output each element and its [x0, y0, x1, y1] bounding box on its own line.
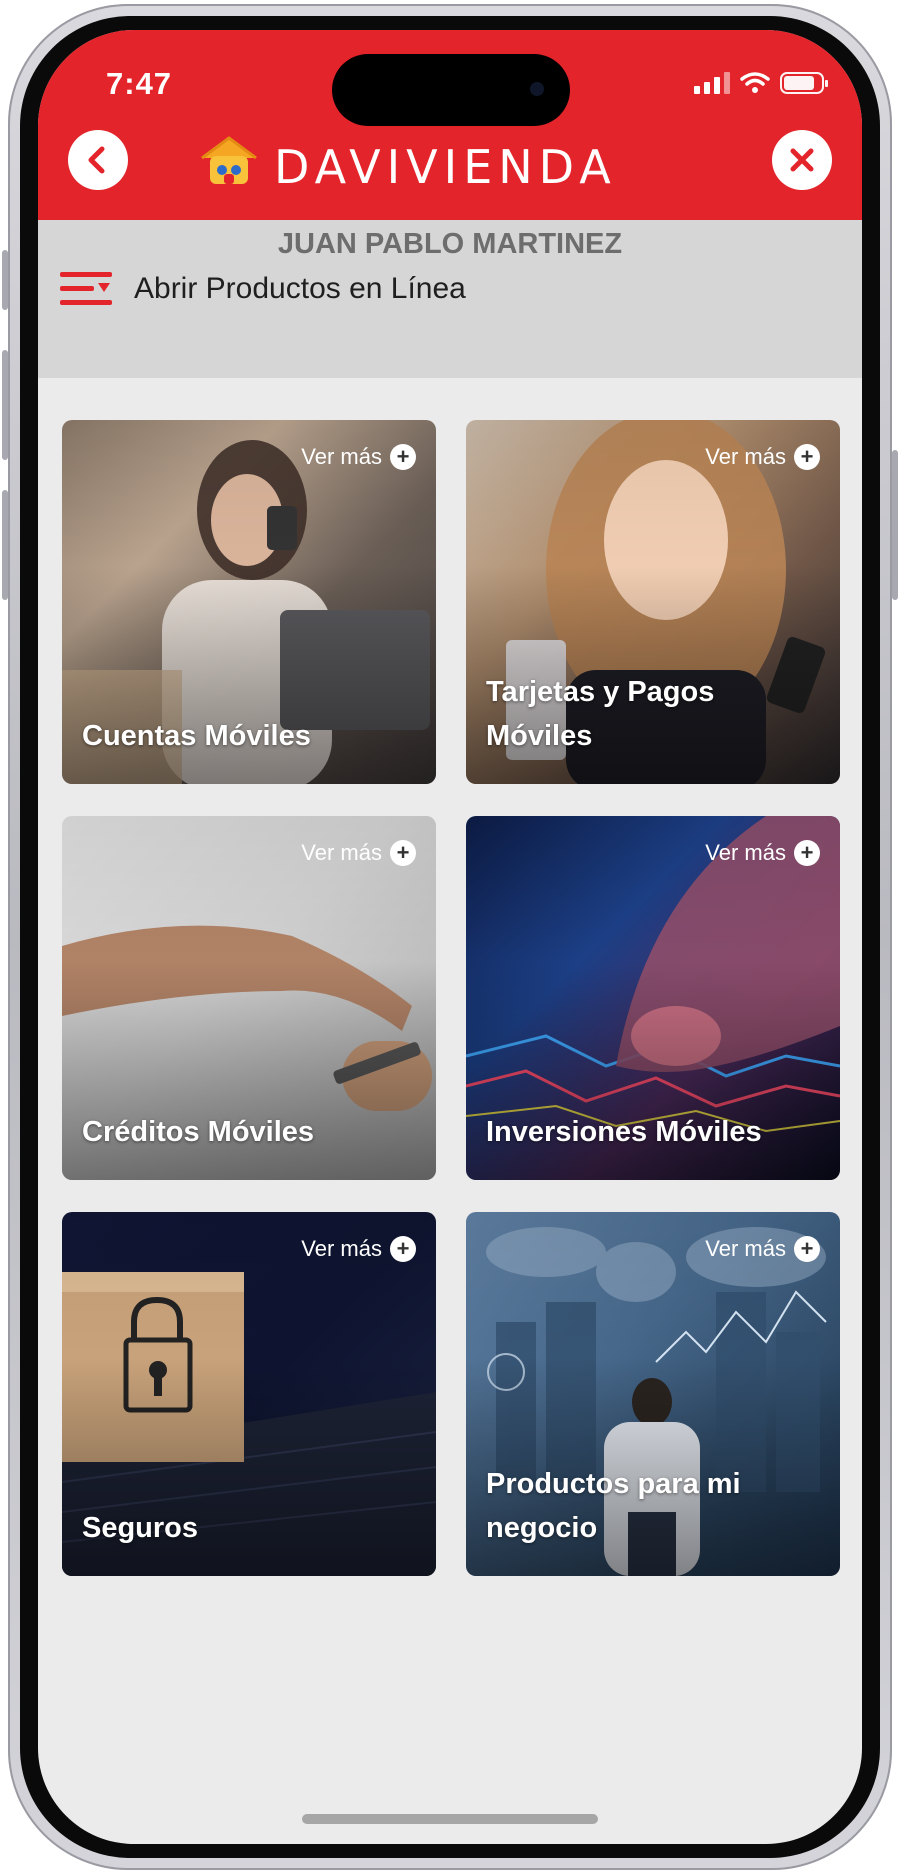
brand-logo-text: DAVIVIENDA: [274, 140, 617, 194]
card-productos-negocio[interactable]: Ver más + Productos para mi negocio: [466, 1212, 840, 1576]
app-screen: 7:47 DAVIVIENDA JUAN PABLO MARTINEZ Abri…: [38, 30, 862, 1844]
logo-house-icon: [201, 136, 257, 184]
card-seguros[interactable]: Ver más + Seguros: [62, 1212, 436, 1576]
side-button: [2, 250, 8, 310]
ver-mas-label: Ver más: [301, 1236, 382, 1261]
plus-icon: +: [390, 1236, 416, 1262]
ver-mas-link[interactable]: Ver más +: [301, 1236, 416, 1262]
plus-icon: +: [390, 840, 416, 866]
card-title: Cuentas Móviles: [82, 720, 311, 752]
camera-icon: [530, 82, 544, 96]
ver-mas-link[interactable]: Ver más +: [301, 444, 416, 470]
ver-mas-link[interactable]: Ver más +: [705, 840, 820, 866]
ver-mas-link[interactable]: Ver más +: [301, 840, 416, 866]
card-title: Tarjetas y Pagos Móviles: [486, 676, 715, 752]
card-creditos-moviles[interactable]: Ver más + Créditos Móviles: [62, 816, 436, 1180]
user-name: JUAN PABLO MARTINEZ: [277, 228, 623, 260]
ver-mas-label: Ver más: [705, 840, 786, 865]
volume-down-button: [2, 490, 8, 600]
close-button[interactable]: [772, 130, 832, 190]
menu-label: Abrir Productos en Línea: [134, 272, 466, 305]
signal-icon: [694, 72, 730, 94]
plus-icon: +: [794, 1236, 820, 1262]
card-title: Seguros: [82, 1512, 199, 1544]
dynamic-island: [332, 54, 570, 126]
battery-icon: [780, 72, 828, 94]
ver-mas-label: Ver más: [301, 840, 382, 865]
card-title: Productos para mi negocio: [486, 1468, 741, 1544]
ver-mas-label: Ver más: [705, 1236, 786, 1261]
card-title: Créditos Móviles: [82, 1116, 315, 1148]
card-cuentas-moviles[interactable]: Ver más + Cuentas Móviles: [62, 420, 436, 784]
card-inversiones-moviles[interactable]: Ver más + Inversiones Móviles: [466, 816, 840, 1180]
app-header: 7:47 DAVIVIENDA: [38, 30, 862, 220]
volume-up-button: [2, 350, 8, 460]
plus-icon: +: [390, 444, 416, 470]
close-icon: [790, 148, 814, 172]
power-button: [892, 450, 898, 600]
home-indicator[interactable]: [302, 1814, 598, 1824]
user-area: JUAN PABLO MARTINEZ Abrir Productos en L…: [38, 220, 862, 378]
ver-mas-label: Ver más: [705, 444, 786, 469]
ver-mas-label: Ver más: [301, 444, 382, 469]
plus-icon: +: [794, 444, 820, 470]
status-icons: [694, 72, 828, 94]
wifi-icon: [740, 72, 770, 93]
status-time: 7:47: [106, 66, 173, 101]
open-products-menu[interactable]: Abrir Productos en Línea: [60, 268, 466, 310]
ver-mas-link[interactable]: Ver más +: [705, 1236, 820, 1262]
ver-mas-link[interactable]: Ver más +: [705, 444, 820, 470]
card-title: Inversiones Móviles: [486, 1116, 762, 1148]
plus-icon: +: [794, 840, 820, 866]
menu-lines-icon: [60, 272, 112, 305]
chevron-left-icon: [88, 146, 105, 174]
back-button[interactable]: [68, 130, 128, 190]
card-tarjetas-pagos[interactable]: Ver más + Tarjetas y Pagos Móviles: [466, 420, 840, 784]
